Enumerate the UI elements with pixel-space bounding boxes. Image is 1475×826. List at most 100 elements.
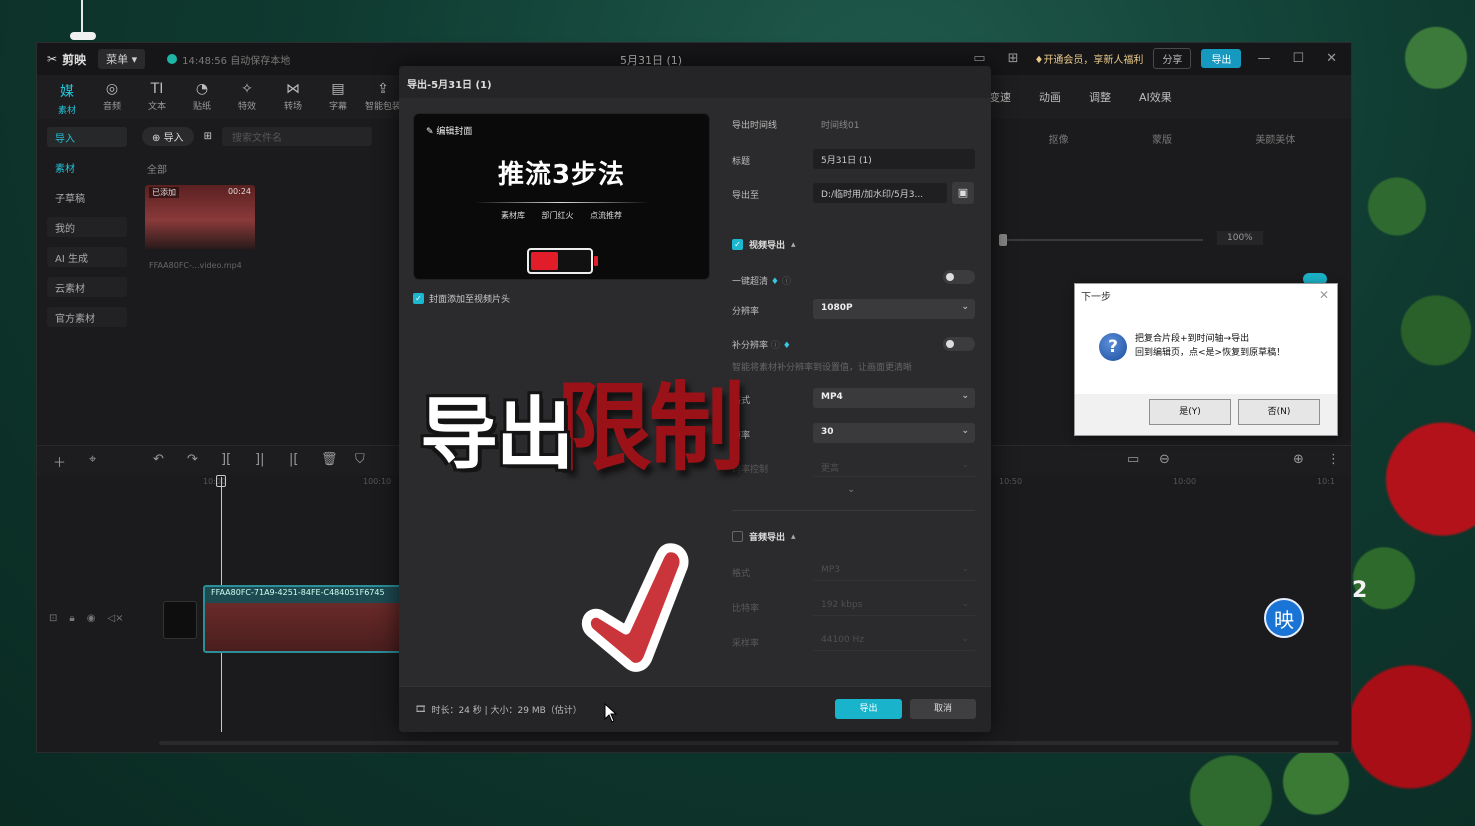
checkbox-checked-icon[interactable]: ✓ bbox=[732, 239, 743, 250]
film-icon: 🎞︎ bbox=[415, 704, 427, 715]
autosave-status: 14:48:56 自动保存本地 bbox=[167, 52, 290, 67]
tab-speed[interactable]: 变速 bbox=[989, 89, 1011, 105]
no-button[interactable]: 否(N) bbox=[1238, 399, 1320, 425]
chevron-down-icon: ⌄ bbox=[961, 634, 969, 644]
sidebar-item-cloud[interactable]: 云素材 bbox=[47, 277, 127, 297]
bitrate-select[interactable]: 更高 ⌄ bbox=[813, 457, 975, 477]
fps-select[interactable]: 30 ⌄ bbox=[813, 423, 975, 443]
tab-ai-effects[interactable]: AI效果 bbox=[1139, 89, 1172, 105]
split-left-icon[interactable]: ]| bbox=[255, 452, 264, 467]
grid-layout-icon[interactable]: ⊞ bbox=[1002, 51, 1025, 66]
side-number: 2 bbox=[1352, 578, 1368, 603]
shield-icon[interactable]: ⛉ bbox=[355, 452, 365, 467]
yes-button[interactable]: 是(Y) bbox=[1149, 399, 1231, 425]
cover-intro-checkbox[interactable]: ✓ 封面添加至视频片头 bbox=[413, 292, 510, 305]
inspector-tabs: 变速 动画 调整 AI效果 bbox=[989, 89, 1172, 105]
scale-slider-track[interactable] bbox=[1003, 239, 1203, 241]
section-divider bbox=[732, 510, 975, 511]
filter-all[interactable]: 全部 bbox=[147, 161, 167, 176]
tool-transition[interactable]: ⋈ 转场 bbox=[273, 81, 313, 112]
add-track-icon[interactable]: ＋ bbox=[53, 452, 66, 471]
sidebar-item-ai[interactable]: AI 生成 bbox=[47, 247, 127, 267]
menu-button[interactable]: 菜单 ▾ bbox=[98, 49, 146, 69]
subtab-mask[interactable]: 蒙版 bbox=[1152, 131, 1172, 146]
media-sidebar: 导入 素材 子草稿 我的 AI 生成 云素材 官方素材 bbox=[47, 127, 127, 337]
select-tool-icon[interactable]: ⌖ bbox=[89, 452, 96, 467]
transition-icon: ⋈ bbox=[286, 81, 300, 97]
overlay-red-text: 限制 bbox=[556, 372, 745, 484]
minimize-icon[interactable]: — bbox=[1251, 51, 1276, 66]
sidebar-item-mine[interactable]: 我的 bbox=[47, 217, 127, 237]
mute-icon[interactable]: ◁× bbox=[107, 613, 123, 624]
split-icon[interactable]: ][ bbox=[221, 452, 231, 467]
scale-slider-handle[interactable] bbox=[999, 234, 1007, 246]
timeline-scrollbar[interactable] bbox=[159, 741, 1339, 745]
vip-promo[interactable]: ♦开通会员，享新人福利 bbox=[1034, 51, 1143, 66]
export-path-input[interactable]: D:/临时用/加水印/5月3... bbox=[813, 183, 947, 203]
top-export-button[interactable]: 导出 bbox=[1201, 49, 1242, 68]
checkbox-checked-icon[interactable]: ✓ bbox=[413, 293, 424, 304]
zoom-out-icon[interactable]: ⊖ bbox=[1159, 452, 1170, 467]
chevron-down-icon: ⌄ bbox=[961, 302, 969, 312]
grid-view-icon[interactable]: ⊞ bbox=[204, 131, 212, 142]
media-thumbnail[interactable]: 已添加 00:24 bbox=[145, 185, 255, 249]
info-icon: ⓘ bbox=[770, 341, 780, 351]
audio-sample-select[interactable]: 44100 Hz ⌄ bbox=[813, 631, 975, 651]
resolution-select[interactable]: 1080P ⌄ bbox=[813, 299, 975, 319]
scale-value[interactable]: 100% bbox=[1217, 231, 1263, 245]
edit-cover-button[interactable]: ✎ 编辑封面 bbox=[426, 124, 472, 137]
title-label: 标题 bbox=[732, 157, 751, 167]
redo-icon[interactable]: ↷ bbox=[187, 452, 198, 467]
tab-adjust[interactable]: 调整 bbox=[1089, 89, 1111, 105]
expand-more-icon[interactable]: ⌄ bbox=[847, 484, 855, 495]
tool-text[interactable]: TI 文本 bbox=[137, 81, 177, 112]
audio-export-section[interactable]: 音频导出 ▴ bbox=[732, 530, 796, 543]
undo-icon[interactable]: ↶ bbox=[153, 452, 164, 467]
cancel-button[interactable]: 取消 bbox=[910, 699, 976, 719]
audio-format-select[interactable]: MP3 ⌄ bbox=[813, 561, 975, 581]
subtab-beauty[interactable]: 美颜美体 bbox=[1255, 131, 1295, 146]
tool-media[interactable]: 媒素材 bbox=[47, 81, 87, 116]
subtab-cutout[interactable]: 抠像 bbox=[1049, 131, 1069, 146]
down-arrow-icon bbox=[581, 543, 689, 672]
zoom-in-icon[interactable]: ⊕ bbox=[1293, 452, 1304, 467]
tool-subtitle[interactable]: ▤ 字幕 bbox=[318, 81, 358, 112]
lock-icon[interactable]: 🔒︎ bbox=[69, 613, 74, 624]
checkbox-unchecked-icon[interactable] bbox=[732, 531, 743, 542]
delete-icon[interactable]: 🗑 bbox=[321, 452, 338, 467]
hd-toggle[interactable] bbox=[943, 270, 975, 284]
export-button[interactable]: 导出 bbox=[835, 699, 902, 719]
title-input[interactable]: 5月31日 (1) bbox=[813, 149, 975, 169]
info-icon: ⓘ bbox=[781, 277, 791, 287]
media-icon: 媒 bbox=[60, 84, 74, 100]
cover-toggle-icon[interactable]: ⊡ bbox=[49, 613, 57, 624]
split-right-icon[interactable]: |[ bbox=[289, 452, 298, 467]
cover-preview[interactable]: ✎ 编辑封面 推流3步法 素材库 部门红火 点流推荐 bbox=[413, 113, 710, 280]
folder-icon[interactable]: ▣ bbox=[952, 182, 974, 204]
eye-icon[interactable]: ◉ bbox=[87, 613, 96, 624]
tool-sticker[interactable]: ◔ 贴纸 bbox=[182, 81, 222, 112]
sidebar-item-official[interactable]: 官方素材 bbox=[47, 307, 127, 327]
close-icon[interactable]: ✕ bbox=[1319, 288, 1329, 302]
preview-icon[interactable]: ▭ bbox=[1127, 452, 1139, 467]
audio-bitrate-select[interactable]: 192 kbps ⌄ bbox=[813, 596, 975, 616]
track-cover[interactable] bbox=[163, 601, 197, 639]
search-input[interactable]: 搜索文件名 bbox=[221, 127, 372, 146]
jianying-float-icon[interactable]: 映 bbox=[1264, 598, 1304, 638]
video-export-section[interactable]: ✓ 视频导出 ▴ bbox=[732, 238, 796, 251]
more-icon[interactable]: ⋮ bbox=[1327, 452, 1340, 467]
sidebar-item-import[interactable]: 导入 bbox=[47, 127, 127, 147]
sidebar-item-material[interactable]: 素材 bbox=[47, 157, 127, 177]
tool-smart-pack[interactable]: ⇪ 智能包装 bbox=[363, 81, 403, 112]
layout-icon[interactable]: ▭ bbox=[967, 51, 991, 66]
close-icon[interactable]: ✕ bbox=[1320, 51, 1343, 66]
sidebar-item-subdraft[interactable]: 子草稿 bbox=[47, 187, 127, 207]
maximize-icon[interactable]: ☐ bbox=[1286, 51, 1310, 66]
share-button[interactable]: 分享 bbox=[1153, 48, 1192, 69]
supplement-res-toggle[interactable] bbox=[943, 337, 975, 351]
format-select[interactable]: MP4 ⌄ bbox=[813, 388, 975, 408]
tab-animation[interactable]: 动画 bbox=[1039, 89, 1061, 105]
import-button[interactable]: ⊕ 导入 bbox=[142, 127, 194, 146]
tool-audio[interactable]: ◎ 音频 bbox=[92, 81, 132, 112]
tool-effects[interactable]: ✧ 特效 bbox=[227, 81, 267, 112]
